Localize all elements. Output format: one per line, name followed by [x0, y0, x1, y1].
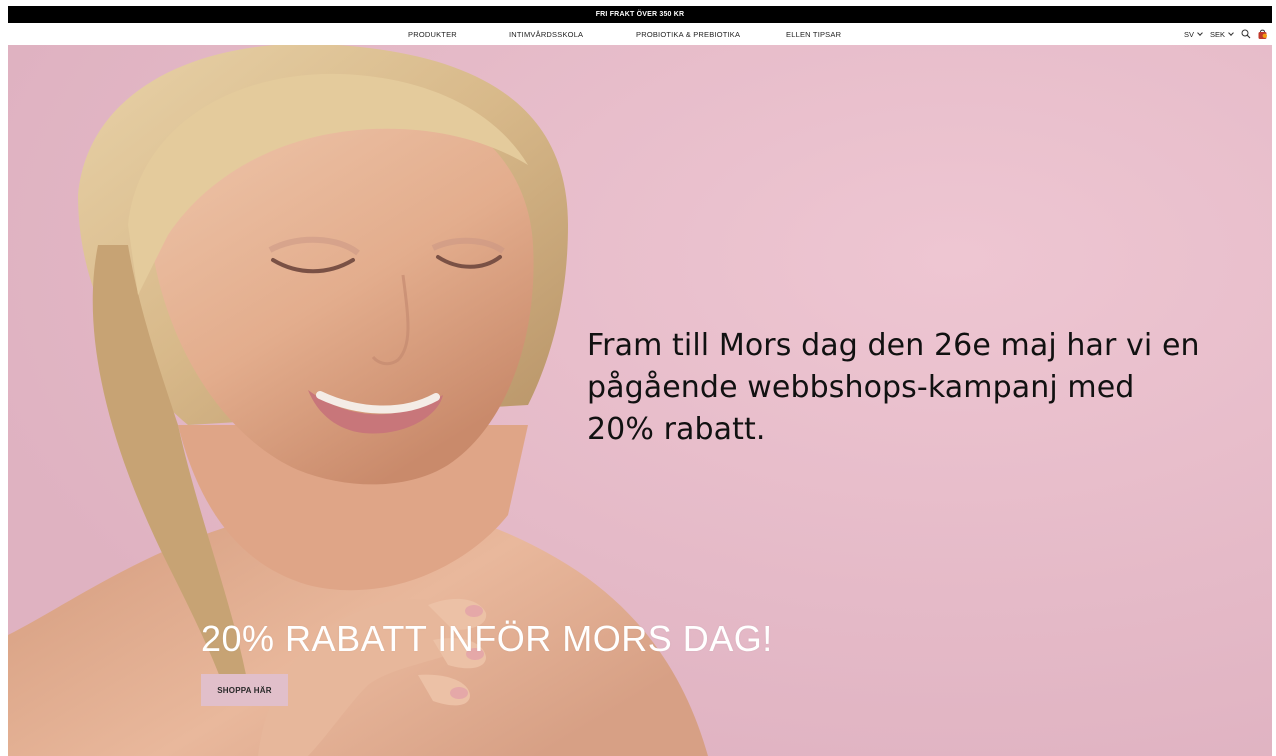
shopping-bag-icon[interactable]	[1256, 28, 1268, 40]
nav-item-produkter[interactable]: PRODUKTER	[408, 23, 457, 45]
nav-item-intimvardsskola[interactable]: INTIMVÅRDSSKOLA	[509, 23, 583, 45]
hero-headline: 20% RABATT INFÖR MORS DAG!	[201, 618, 773, 659]
promo-bar: FRI FRAKT ÖVER 350 KR	[8, 6, 1272, 23]
nav-item-probiotika[interactable]: PROBIOTIKA & PREBIOTIKA	[636, 23, 740, 45]
chevron-down-icon	[1228, 29, 1234, 36]
main-nav: PRODUKTER INTIMVÅRDSSKOLA PROBIOTIKA & P…	[8, 23, 1272, 45]
chevron-down-icon	[1197, 29, 1203, 36]
nav-utilities: SV SEK	[1184, 23, 1268, 45]
hero-body-text: Fram till Mors dag den 26e maj har vi en…	[587, 328, 1200, 447]
language-selector[interactable]: SV	[1183, 29, 1203, 39]
promo-text: FRI FRAKT ÖVER 350 KR	[595, 11, 685, 18]
search-icon[interactable]	[1240, 28, 1252, 40]
page: FRI FRAKT ÖVER 350 KR PRODUKTER INTIMVÅR…	[0, 0, 1276, 756]
currency-selector[interactable]: SEK	[1209, 29, 1234, 39]
shop-now-button[interactable]: SHOPPA HÄR	[201, 674, 288, 706]
hero-banner: Fram till Mors dag den 26e maj har vi en…	[8, 45, 1272, 756]
currency-label: SEK	[1209, 29, 1225, 39]
language-label: SV	[1183, 29, 1194, 39]
nav-item-ellen-tipsar[interactable]: ELLEN TIPSAR	[786, 23, 841, 45]
